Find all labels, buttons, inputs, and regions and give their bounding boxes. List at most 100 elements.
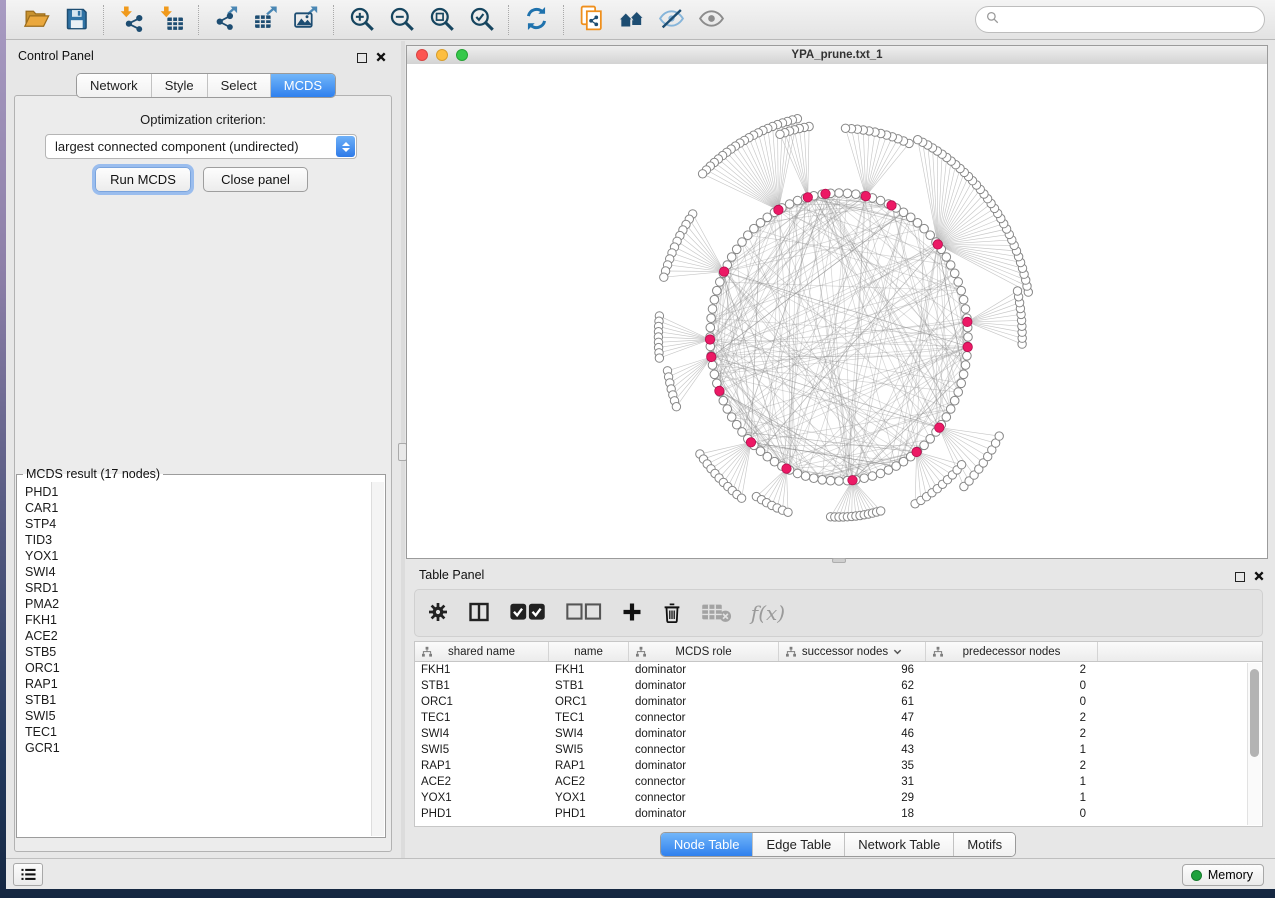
mcds-result-item[interactable]: STB1 (25, 692, 384, 708)
network-node[interactable] (1013, 287, 1021, 295)
table-row[interactable]: FKH1FKH1dominator962 (415, 662, 1262, 678)
table-row[interactable]: STB1STB1dominator620 (415, 678, 1262, 694)
mcds-result-item[interactable]: STP4 (25, 516, 384, 532)
dominator-node[interactable] (821, 189, 830, 198)
panel-splitter[interactable] (401, 41, 405, 858)
mcds-result-item[interactable]: TID3 (25, 532, 384, 548)
settings-button[interactable] (427, 601, 449, 626)
network-node[interactable] (708, 361, 717, 370)
zoom-selected-button[interactable] (461, 3, 501, 37)
network-node[interactable] (716, 278, 725, 287)
network-node[interactable] (660, 273, 668, 281)
memory-button[interactable]: Memory (1182, 864, 1264, 886)
select-all-button[interactable] (509, 601, 546, 626)
tab-network[interactable]: Network (77, 74, 151, 97)
close-table-panel-icon[interactable] (1254, 568, 1264, 586)
dominator-node[interactable] (848, 476, 857, 485)
optimization-criterion-select[interactable]: largest connected component (undirected) (45, 134, 357, 159)
mcds-result-item[interactable]: SWI5 (25, 708, 384, 724)
network-node[interactable] (963, 352, 972, 361)
network-node[interactable] (719, 396, 728, 405)
new-network-from-selection-button[interactable] (571, 3, 611, 37)
column-header-successor-nodes[interactable]: successor nodes (779, 642, 926, 661)
table-row[interactable]: ORC1ORC1dominator610 (415, 694, 1262, 710)
mcds-result-item[interactable]: PHD1 (25, 484, 384, 500)
close-panel-icon[interactable] (376, 49, 386, 67)
column-header-MCDS-role[interactable]: MCDS role (629, 642, 779, 661)
table-scrollbar-thumb[interactable] (1250, 669, 1259, 757)
tab-edge-table[interactable]: Edge Table (752, 833, 844, 856)
network-node[interactable] (710, 370, 719, 379)
network-node[interactable] (727, 253, 736, 262)
network-node[interactable] (727, 413, 736, 422)
network-node[interactable] (950, 269, 959, 278)
network-node[interactable] (995, 432, 1003, 440)
network-node[interactable] (784, 508, 792, 516)
dominator-node[interactable] (887, 201, 896, 210)
network-node[interactable] (942, 253, 951, 262)
mcds-result-item[interactable]: PMA2 (25, 596, 384, 612)
close-panel-button[interactable]: Close panel (203, 167, 308, 192)
network-node[interactable] (876, 469, 885, 478)
network-node[interactable] (860, 474, 869, 483)
network-node[interactable] (868, 472, 877, 481)
network-node[interactable] (959, 295, 968, 304)
network-node[interactable] (732, 245, 741, 254)
network-node[interactable] (835, 477, 844, 486)
network-node[interactable] (946, 261, 955, 270)
dominator-node[interactable] (861, 191, 870, 200)
zoom-fit-button[interactable] (421, 3, 461, 37)
dominator-node[interactable] (803, 193, 812, 202)
network-node[interactable] (843, 189, 852, 198)
network-node[interactable] (957, 379, 966, 388)
import-network-button[interactable] (111, 3, 151, 37)
run-mcds-button[interactable]: Run MCDS (95, 167, 191, 192)
dominator-node[interactable] (707, 352, 716, 361)
mcds-result-item[interactable]: SRD1 (25, 580, 384, 596)
table-row[interactable]: SWI4SWI4dominator462 (415, 726, 1262, 742)
network-node[interactable] (852, 190, 861, 199)
dominator-node[interactable] (935, 423, 944, 432)
network-node[interactable] (950, 396, 959, 405)
mcds-result-item[interactable]: CAR1 (25, 500, 384, 516)
network-node[interactable] (818, 476, 827, 485)
table-row[interactable]: TEC1TEC1connector472 (415, 710, 1262, 726)
dominator-node[interactable] (933, 240, 942, 249)
network-node[interactable] (737, 494, 745, 502)
table-panel-splitter-grip[interactable] (832, 558, 846, 563)
refresh-network-button[interactable] (516, 3, 556, 37)
float-table-panel-icon[interactable] (1235, 572, 1245, 582)
network-node[interactable] (876, 196, 885, 205)
mcds-result-item[interactable]: YOX1 (25, 548, 384, 564)
dominator-node[interactable] (705, 335, 714, 344)
network-node[interactable] (961, 305, 970, 314)
network-node[interactable] (776, 130, 784, 138)
network-node[interactable] (672, 403, 680, 411)
network-node[interactable] (710, 295, 719, 304)
network-node[interactable] (655, 354, 663, 362)
tab-style[interactable]: Style (151, 74, 207, 97)
table-row[interactable]: SWI5SWI5connector431 (415, 742, 1262, 758)
first-neighbors-button[interactable] (611, 3, 651, 37)
mcds-result-item[interactable]: ORC1 (25, 660, 384, 676)
deselect-all-button[interactable] (565, 601, 602, 626)
network-node[interactable] (713, 286, 722, 295)
network-canvas[interactable] (406, 64, 1268, 559)
dominator-node[interactable] (963, 317, 972, 326)
network-node[interactable] (707, 314, 716, 323)
table-row[interactable]: PHD1PHD1dominator180 (415, 806, 1262, 822)
tab-select[interactable]: Select (207, 74, 270, 97)
mcds-result-item[interactable]: FKH1 (25, 612, 384, 628)
column-header-shared-name[interactable]: shared name (415, 642, 549, 661)
network-node[interactable] (964, 333, 973, 342)
network-node[interactable] (914, 136, 922, 144)
zoom-in-button[interactable] (341, 3, 381, 37)
network-node[interactable] (793, 469, 802, 478)
task-history-button[interactable] (13, 863, 43, 886)
table-row[interactable]: YOX1YOX1connector291 (415, 790, 1262, 806)
network-node[interactable] (793, 196, 802, 205)
dominator-node[interactable] (746, 438, 755, 447)
network-node[interactable] (801, 472, 810, 481)
network-window-titlebar[interactable]: YPA_prune.txt_1 (406, 45, 1268, 64)
column-header-name[interactable]: name (549, 642, 629, 661)
